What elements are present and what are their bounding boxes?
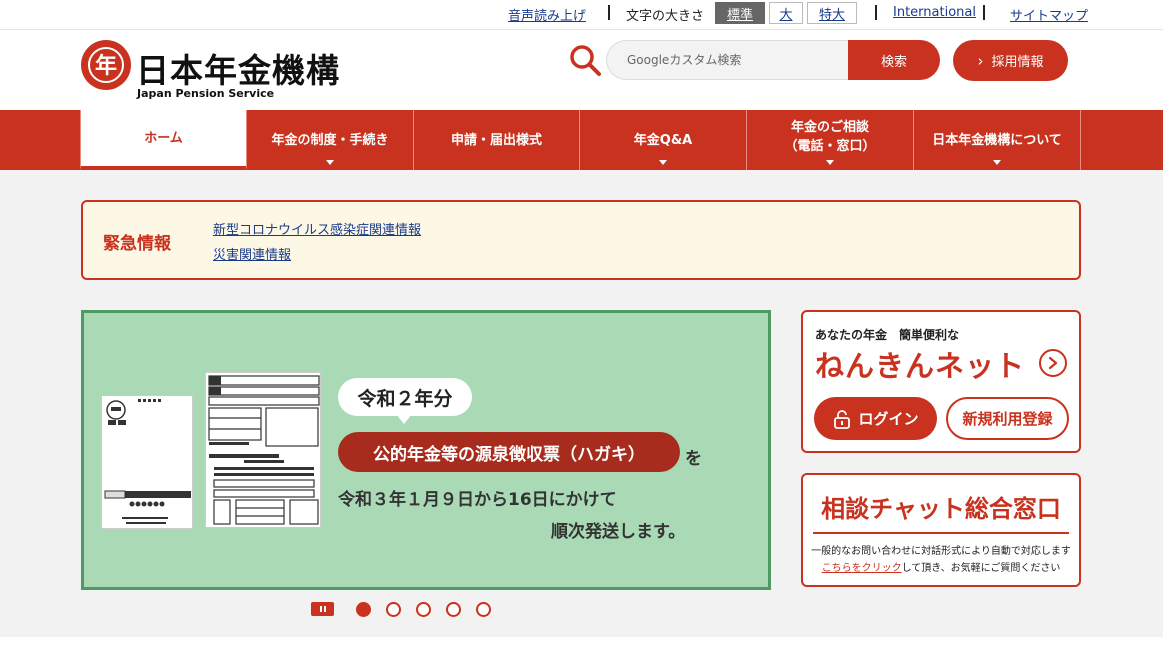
font-size-label: 文字の大きさ [626, 9, 705, 24]
font-size-xlarge-button[interactable]: 特大 [807, 2, 857, 24]
emergency-title: 緊急情報 [103, 234, 171, 254]
nav-home[interactable]: ホーム [80, 110, 247, 170]
utility-bar: 音声読み上げ 文字の大きさ 標準 大 特大 International サイトマ… [0, 0, 1163, 30]
nenkin-net-arrow-button[interactable] [1039, 349, 1067, 377]
search-icon [570, 45, 601, 76]
nav-system-label: 年金の制度・手続き [271, 132, 389, 148]
nav-forms-label: 申請・届出様式 [450, 132, 542, 148]
speech-bubble-tail [396, 414, 412, 424]
chevron-right-icon [1048, 356, 1058, 370]
nav-consult[interactable]: 年金のご相談 （電話・窓口） [747, 110, 914, 170]
register-button[interactable]: 新規利用登録 [946, 397, 1069, 440]
nav-qa[interactable]: 年金Q&A [580, 110, 747, 170]
nenkin-net-subtitle: あなたの年金 簡単便利な [815, 328, 960, 342]
slider-dot-4[interactable] [446, 602, 461, 617]
logo-mark-char: 年 [95, 53, 117, 79]
international-link[interactable]: International [893, 5, 976, 20]
caret-down-icon [659, 160, 667, 165]
slider-dot-1[interactable] [356, 602, 371, 617]
site-logo-subtitle: Japan Pension Service [137, 87, 275, 100]
nav-qa-label: 年金Q&A [633, 132, 693, 148]
unlock-icon [834, 409, 851, 429]
chat-title[interactable]: 相談チャット総合窓口 [803, 489, 1079, 524]
emergency-link-covid[interactable]: 新型コロナウイルス感染症関連情報 [213, 219, 421, 238]
nav-forms[interactable]: 申請・届出様式 [414, 110, 580, 170]
pause-icon [319, 606, 322, 612]
chat-link[interactable]: こちらをクリック [822, 563, 902, 574]
emergency-link-disaster[interactable]: 災害関連情報 [213, 244, 291, 263]
recruit-button[interactable]: › 採用情報 [953, 40, 1068, 81]
site-logo-title[interactable]: 日本年金機構 [136, 44, 340, 92]
caret-down-icon [326, 160, 334, 165]
tax-slip-illustration [205, 372, 321, 528]
emergency-info-box: 緊急情報 新型コロナウイルス感染症関連情報 災害関連情報 [81, 200, 1081, 280]
hero-banner[interactable]: 令和２年分 公的年金等の源泉徴収票（ハガキ） を 令和３年１月９日から16日にか… [81, 310, 771, 590]
global-nav: ホーム 年金の制度・手続き 申請・届出様式 年金Q&A 年金のご相談 （電話・窓… [0, 110, 1163, 170]
slider-pause-button[interactable] [311, 602, 334, 616]
utility-separator [983, 5, 985, 20]
search-input[interactable] [606, 40, 852, 80]
postcard-illustration [101, 395, 193, 529]
logo-mark-icon[interactable]: 年 [81, 40, 131, 90]
caret-down-icon [826, 160, 834, 165]
banner-line-2: 順次発送します。 [551, 522, 686, 542]
recruit-label: 採用情報 [991, 55, 1044, 70]
pause-icon [323, 606, 326, 612]
banner-headline-pill: 公的年金等の源泉徴収票（ハガキ） [338, 432, 680, 472]
logo-emblem-icon: 年 [88, 47, 124, 83]
document-illustration-icon [208, 375, 320, 525]
chat-description-line2: こちらをクリックして頂き、お気軽にご質問ください [803, 559, 1079, 574]
utility-separator [875, 5, 877, 20]
chat-description: 一般的なお問い合わせに対話形式により自動で対応します [811, 546, 1071, 557]
utility-separator [608, 5, 610, 20]
slider-dot-3[interactable] [416, 602, 431, 617]
chat-window-card: 相談チャット総合窓口 一般的なお問い合わせに対話形式により自動で対応します こち… [801, 473, 1081, 587]
login-label: ログイン [858, 410, 919, 428]
slider-dot-2[interactable] [386, 602, 401, 617]
slider-dot-5[interactable] [476, 602, 491, 617]
banner-year-bubble: 令和２年分 [338, 378, 472, 416]
nenkin-net-title[interactable]: ねんきんネット [815, 343, 1025, 385]
banner-particle: を [685, 449, 702, 469]
search-button[interactable]: 検索 [848, 40, 940, 80]
nav-consult-label-line2: （電話・窓口） [784, 139, 876, 154]
chevron-right-icon: › [977, 51, 984, 70]
nav-about-label: 日本年金機構について [932, 132, 1062, 148]
nav-about[interactable]: 日本年金機構について [914, 110, 1081, 170]
nav-home-label: ホーム [144, 130, 183, 146]
login-button[interactable]: ログイン [814, 397, 937, 440]
sitemap-link[interactable]: サイトマップ [1010, 5, 1088, 24]
font-size-large-button[interactable]: 大 [769, 2, 803, 24]
chat-description-rest: して頂き、お気軽にご質問ください [901, 563, 1061, 574]
divider [813, 532, 1069, 534]
nenkin-net-card: あなたの年金 簡単便利な ねんきんネット ログイン 新規利用登録 [801, 310, 1081, 453]
nav-system[interactable]: 年金の制度・手続き [247, 110, 414, 170]
banner-line-1: 令和３年１月９日から16日にかけて [338, 490, 617, 510]
caret-down-icon [993, 160, 1001, 165]
font-size-standard-button[interactable]: 標準 [715, 2, 765, 24]
nav-consult-label-line1: 年金のご相談 [790, 120, 869, 135]
document-illustration-icon [104, 399, 191, 524]
read-aloud-link[interactable]: 音声読み上げ [508, 5, 586, 24]
